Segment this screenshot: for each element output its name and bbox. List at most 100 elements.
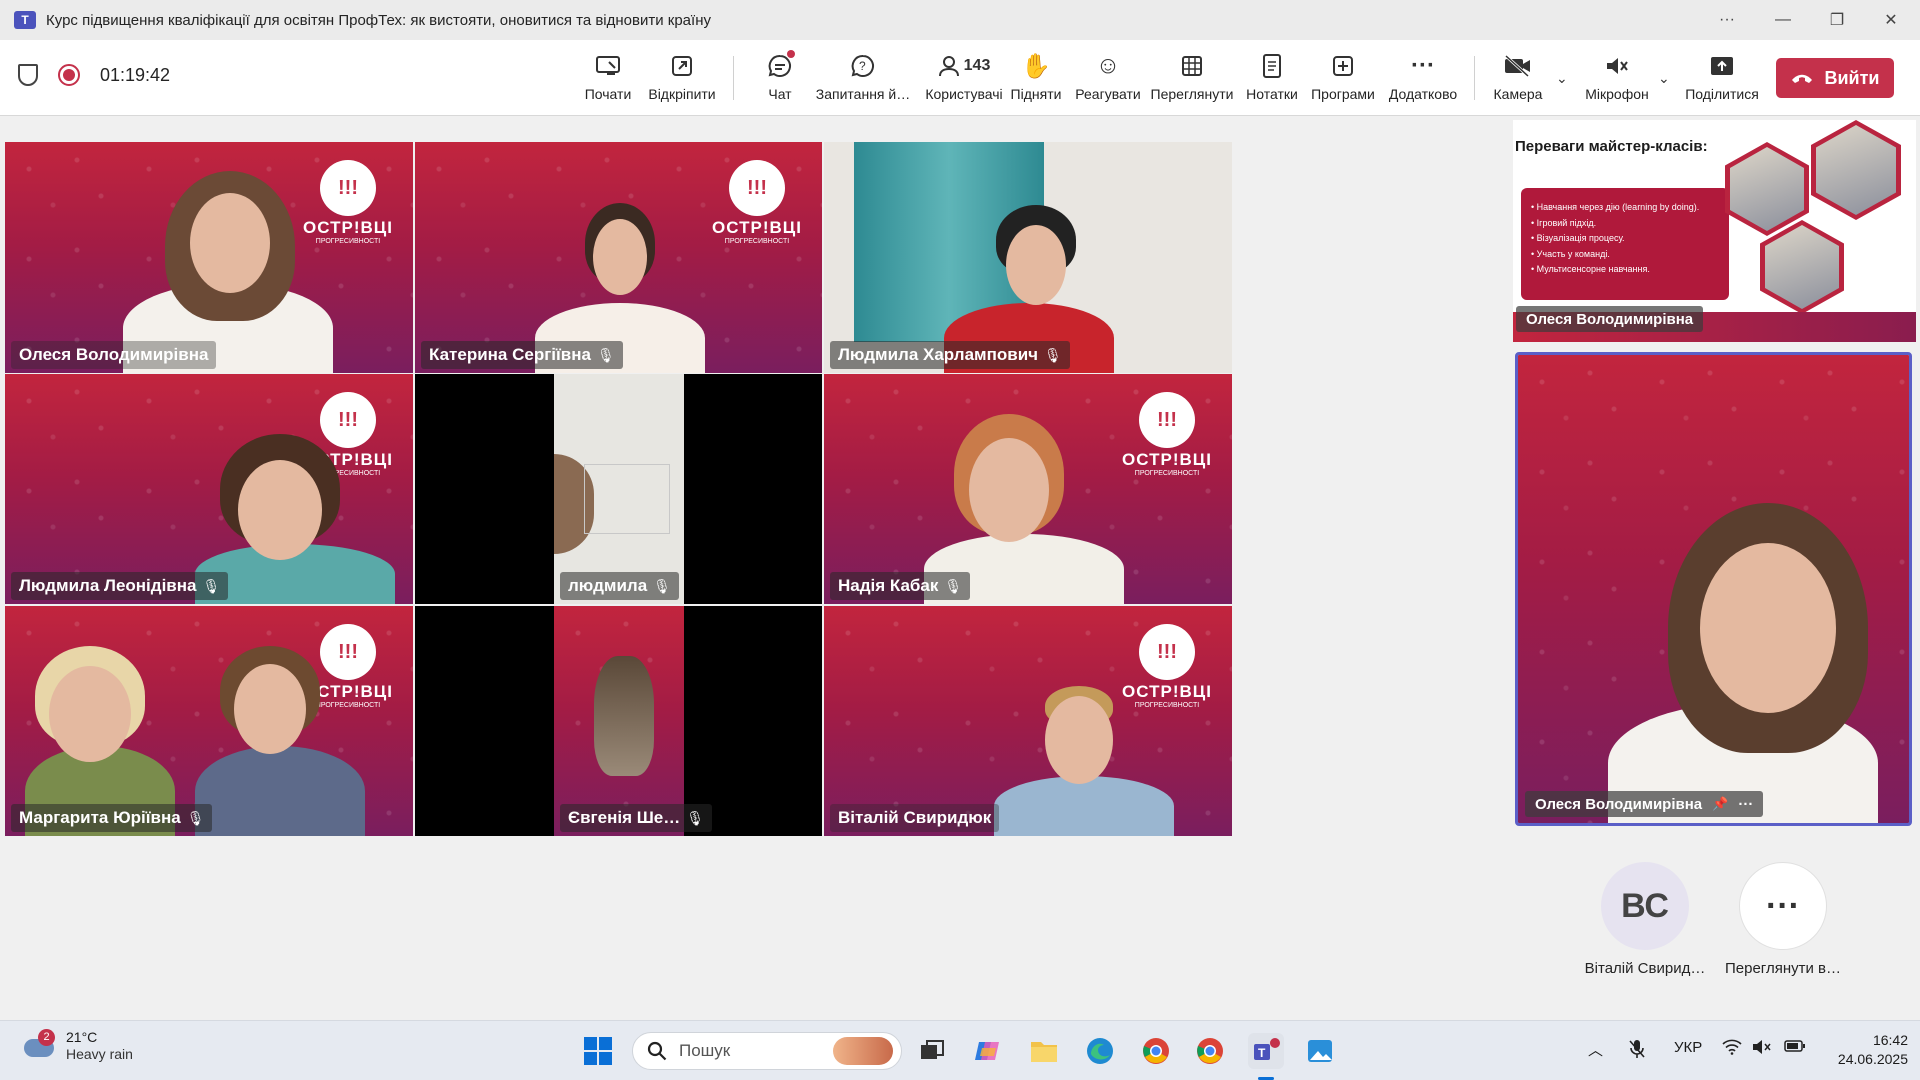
- chat-button[interactable]: Чат: [760, 50, 800, 110]
- participant-tile[interactable]: !!! ОСТР!ВЦІ ПРОГРЕСИВНОСТІ Віталій Свирид…: [824, 606, 1232, 836]
- more-actions-button[interactable]: ··· Додатково: [1386, 50, 1460, 110]
- participant-tile[interactable]: !!! ОСТР!ВЦІ ПРОГРЕСИВНОСТІ Надія Кабак 🎙: [824, 374, 1232, 604]
- weather-rain-icon: 2: [22, 1028, 56, 1061]
- camera-off-icon: [1503, 50, 1533, 82]
- start-menu-icon[interactable]: [580, 1033, 616, 1069]
- edge-browser-icon[interactable]: [1082, 1033, 1118, 1069]
- participant-tile[interactable]: !!! ОСТР!ВЦІ ПРОГРЕСИВНОСТІ Катерина Сергі…: [415, 142, 822, 373]
- copilot-icon[interactable]: [970, 1033, 1006, 1069]
- window-title: Курс підвищення кваліфікації для освітян…: [46, 11, 711, 29]
- tile-more-options-icon[interactable]: ···: [1738, 796, 1753, 813]
- search-placeholder: Пошук: [679, 1041, 731, 1060]
- mic-muted-icon: 🎙: [686, 809, 705, 826]
- share-button[interactable]: Поділитися: [1684, 50, 1760, 110]
- shield-icon[interactable]: [18, 64, 38, 86]
- participant-name: Олеся Володимирівна: [11, 341, 217, 369]
- photos-app-icon[interactable]: [1302, 1033, 1338, 1069]
- slide-bullet: • Навчання через дію (learning by doing)…: [1531, 202, 1700, 212]
- camera-button[interactable]: Камера: [1490, 50, 1546, 110]
- mic-options-chevron-icon[interactable]: ⌄: [1658, 70, 1670, 87]
- file-explorer-icon[interactable]: [1026, 1033, 1062, 1069]
- people-icon: 143: [938, 50, 991, 82]
- mic-muted-icon: 🎙: [653, 577, 671, 594]
- volume-muted-icon[interactable]: [1752, 1039, 1772, 1059]
- pinned-speaker-tile[interactable]: Олеся Володимирівна 📌 ···: [1515, 352, 1912, 826]
- teams-app-icon: T: [14, 11, 36, 29]
- battery-icon[interactable]: [1784, 1039, 1806, 1057]
- slide-bullet-box: • Навчання через дію (learning by doing)…: [1521, 188, 1729, 300]
- slide-bullet: • Участь у команді.: [1531, 248, 1610, 259]
- chrome-profile-icon[interactable]: [1192, 1033, 1228, 1069]
- participant-tile[interactable]: людмила 🎙: [415, 374, 822, 604]
- ostrivtsi-logo: !!! ОСТР!ВЦІ ПРОГРЕСИВНОСТІ: [1122, 392, 1212, 482]
- mic-muted-tray-icon[interactable]: [1628, 1039, 1646, 1063]
- participant-name: Людмила Леонідівна 🎙: [11, 572, 229, 600]
- system-clock[interactable]: 16:42 24.06.2025: [1822, 1031, 1908, 1069]
- apps-label: Програми: [1311, 86, 1375, 102]
- participant-video: [554, 606, 684, 836]
- participant-video: [554, 374, 684, 604]
- camera-options-chevron-icon[interactable]: ⌄: [1556, 70, 1568, 87]
- raise-hand-button[interactable]: ✋ Підняти: [1010, 50, 1062, 110]
- participant-tile[interactable]: !!! ОСТР!ВЦІ ПРОГРЕСИВНОСТІ Людмила Леонід…: [5, 374, 413, 604]
- participant-name: людмила 🎙: [560, 572, 679, 600]
- input-language[interactable]: УКР: [1674, 1039, 1702, 1056]
- minimize-button[interactable]: —: [1760, 0, 1806, 40]
- pin-icon[interactable]: 📌: [1712, 796, 1728, 812]
- react-button[interactable]: ☺ Реагувати: [1075, 50, 1140, 110]
- chrome-icon[interactable]: [1138, 1033, 1174, 1069]
- participant-name: Надія Кабак 🎙: [830, 572, 971, 600]
- slide-bullet: • Ігровий підхід.: [1531, 217, 1597, 228]
- teams-icon[interactable]: T: [1248, 1033, 1284, 1069]
- pinned-participant-name: Олеся Володимирівна 📌 ···: [1525, 791, 1764, 817]
- raise-hand-icon: ✋: [1021, 52, 1051, 80]
- participant-avatar[interactable]: ВС: [1601, 862, 1689, 950]
- ostrivtsi-logo: !!! ОСТР!ВЦІ ПРОГРЕСИВНОСТІ: [1122, 624, 1212, 714]
- wifi-icon[interactable]: [1722, 1039, 1742, 1059]
- taskbar-search[interactable]: Пошук: [632, 1032, 902, 1070]
- view-label: Переглянути: [1150, 86, 1234, 102]
- more-options-button[interactable]: ···: [1704, 0, 1750, 40]
- mic-off-icon: [1604, 50, 1630, 82]
- people-label: Користувачі: [925, 86, 1003, 102]
- microphone-label: Мікрофон: [1585, 86, 1649, 102]
- view-button[interactable]: Переглянути: [1150, 50, 1234, 110]
- avatar-label: Віталій Свирид…: [1584, 960, 1706, 977]
- view-all-participants-icon[interactable]: ···: [1739, 862, 1827, 950]
- weather-widget[interactable]: 2 21°C Heavy rain: [22, 1028, 133, 1062]
- camera-label: Камера: [1493, 86, 1543, 102]
- apps-button[interactable]: Програми: [1310, 50, 1376, 110]
- toolbar-divider: [733, 56, 734, 100]
- mic-muted-icon: 🎙: [1044, 346, 1062, 363]
- questions-button[interactable]: ? Запитання й…: [815, 50, 911, 110]
- shared-content-tile[interactable]: Переваги майстер-класів: • Навчання чере…: [1513, 120, 1916, 342]
- share-label: Поділитися: [1685, 86, 1759, 102]
- participant-count: 143: [963, 57, 991, 74]
- participant-tile[interactable]: !!! ОСТР!ВЦІ ПРОГРЕСИВНОСТІ Маргарита Юрії…: [5, 606, 413, 836]
- slide-title: Переваги майстер-класів:: [1515, 138, 1708, 155]
- notes-icon: [1261, 50, 1283, 82]
- mic-muted-icon: 🎙: [186, 809, 205, 826]
- mic-muted-icon: 🎙: [944, 577, 963, 594]
- start-presenting-button[interactable]: Почати: [583, 50, 633, 110]
- people-button[interactable]: 143 Користувачі: [916, 50, 1012, 110]
- task-view-icon[interactable]: [914, 1033, 950, 1069]
- questions-label: Запитання й…: [815, 86, 911, 102]
- restore-button[interactable]: ❐: [1814, 0, 1860, 40]
- participant-tile[interactable]: !!! ОСТР!ВЦІ ПРОГРЕСИВНОСТІ Олеся Володими…: [5, 142, 413, 373]
- meeting-toolbar: 01:19:42 Почати Відкріпити Чат ? Запитан…: [0, 40, 1920, 116]
- close-button[interactable]: ✕: [1868, 0, 1914, 40]
- mic-muted-icon: 🎙: [596, 346, 615, 363]
- participant-tile[interactable]: Людмила Харлампович 🎙: [824, 142, 1232, 373]
- notes-button[interactable]: Нотатки: [1244, 50, 1300, 110]
- participant-tile[interactable]: Євгенія Ше… 🎙: [415, 606, 822, 836]
- more-actions-label: Додатково: [1388, 86, 1458, 102]
- slide-photo: [1760, 220, 1844, 314]
- show-hidden-icons-chevron-icon[interactable]: ︿: [1588, 1039, 1603, 1060]
- microphone-button[interactable]: Мікрофон: [1582, 50, 1652, 110]
- toolbar-divider: [1474, 56, 1475, 100]
- svg-text:T: T: [1258, 1046, 1266, 1060]
- unpin-button[interactable]: Відкріпити: [647, 50, 717, 110]
- hang-up-icon: [1792, 74, 1813, 83]
- leave-button[interactable]: Вийти: [1776, 58, 1894, 98]
